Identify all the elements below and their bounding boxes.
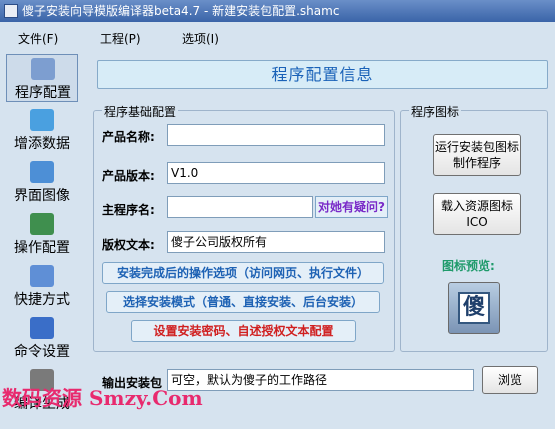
menu-options[interactable]: 选项(I) — [182, 30, 219, 47]
sidebar-item-ui-image[interactable]: 界面图像 — [6, 158, 78, 206]
sidebar-item-label: 操作配置 — [14, 240, 70, 256]
product-version-label: 产品版本: — [102, 169, 155, 183]
after-install-options-button[interactable]: 安装完成后的操作选项（访问网页、执行文件） — [102, 262, 384, 284]
load-icon-button[interactable]: 载入资源图标ICO — [433, 193, 521, 235]
install-mode-button[interactable]: 选择安装模式（普通、直接安装、后台安装） — [106, 291, 380, 313]
command-icon — [30, 317, 54, 339]
shortcut-icon — [30, 265, 54, 287]
menu-bar: 文件(F) 工程(P) 选项(I) — [0, 22, 555, 54]
copyright-field[interactable]: 傻子公司版权所有 — [167, 231, 385, 253]
run-icon-maker-button[interactable]: 运行安装包图标制作程序 — [433, 134, 521, 176]
sidebar-item-label: 程序配置 — [15, 85, 71, 101]
icon-preview-glyph: 傻 — [458, 292, 490, 324]
sidebar-item-label: 快捷方式 — [14, 292, 70, 308]
group-title: 程序基础配置 — [102, 103, 179, 120]
sha-icon: 傻 — [448, 282, 500, 334]
watermark: 数码资源 Smzy.Com — [2, 386, 203, 410]
product-name-field[interactable] — [167, 124, 385, 146]
main-program-field[interactable] — [167, 196, 313, 218]
title-bar: 傻子安装向导模版编译器beta4.7 - 新建安装包配置.shamc — [0, 0, 555, 22]
group-title: 程序图标 — [409, 103, 462, 120]
config-icon — [31, 58, 55, 80]
sidebar-item-label: 界面图像 — [14, 188, 70, 204]
icon-preview-label: 图标预览: — [442, 259, 495, 273]
page-title: 程序配置信息 — [97, 60, 548, 89]
output-path-field[interactable]: 可空，默认为傻子的工作路径 — [167, 369, 474, 391]
sidebar: 程序配置 增添数据 界面图像 操作配置 快捷方式 命令设置 编译生成 — [0, 54, 84, 429]
sidebar-item-command[interactable]: 命令设置 — [6, 314, 78, 362]
operation-icon — [30, 213, 54, 235]
copyright-label: 版权文本: — [102, 238, 155, 252]
window-title: 傻子安装向导模版编译器beta4.7 - 新建安装包配置.shamc — [22, 4, 340, 18]
sidebar-item-label: 增添数据 — [14, 136, 70, 152]
sidebar-item-shortcut[interactable]: 快捷方式 — [6, 262, 78, 310]
product-name-label: 产品名称: — [102, 130, 155, 144]
app-icon — [4, 4, 18, 18]
browse-button[interactable]: 浏览 — [482, 366, 538, 394]
sidebar-item-operation-config[interactable]: 操作配置 — [6, 210, 78, 258]
main-program-label: 主程序名: — [102, 203, 155, 217]
menu-file[interactable]: 文件(F) — [18, 30, 58, 47]
image-icon — [30, 161, 54, 183]
sidebar-item-add-data[interactable]: 增添数据 — [6, 106, 78, 154]
menu-project[interactable]: 工程(P) — [100, 30, 141, 47]
product-version-field[interactable]: V1.0 — [167, 162, 385, 184]
question-button[interactable]: 对她有疑问? — [315, 196, 388, 218]
add-data-icon — [30, 109, 54, 131]
sidebar-item-program-config[interactable]: 程序配置 — [6, 54, 78, 102]
sidebar-item-label: 命令设置 — [14, 344, 70, 360]
password-config-button[interactable]: 设置安装密码、自述授权文本配置 — [131, 320, 356, 342]
